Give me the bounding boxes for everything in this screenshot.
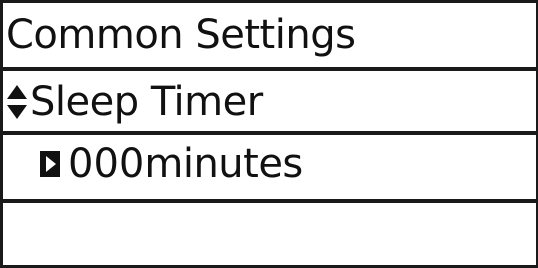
value-row[interactable]: 000 minutes: [40, 135, 303, 193]
value-number: 000: [68, 141, 145, 187]
screen-title-label: Common Settings: [6, 12, 356, 58]
lcd-panel: Common Settings Sleep Timer 000 minutes: [0, 0, 538, 268]
menu-item-label: Sleep Timer: [30, 79, 263, 125]
frame-border-top: [0, 0, 538, 3]
divider-value: [0, 199, 538, 203]
right-triangle-icon: [40, 151, 60, 177]
up-down-arrows-icon: [7, 85, 27, 119]
value-unit: minutes: [144, 141, 303, 187]
screen-title: Common Settings: [6, 6, 356, 64]
divider-title: [0, 67, 538, 71]
menu-item-sleep-timer[interactable]: Sleep Timer: [6, 73, 263, 131]
